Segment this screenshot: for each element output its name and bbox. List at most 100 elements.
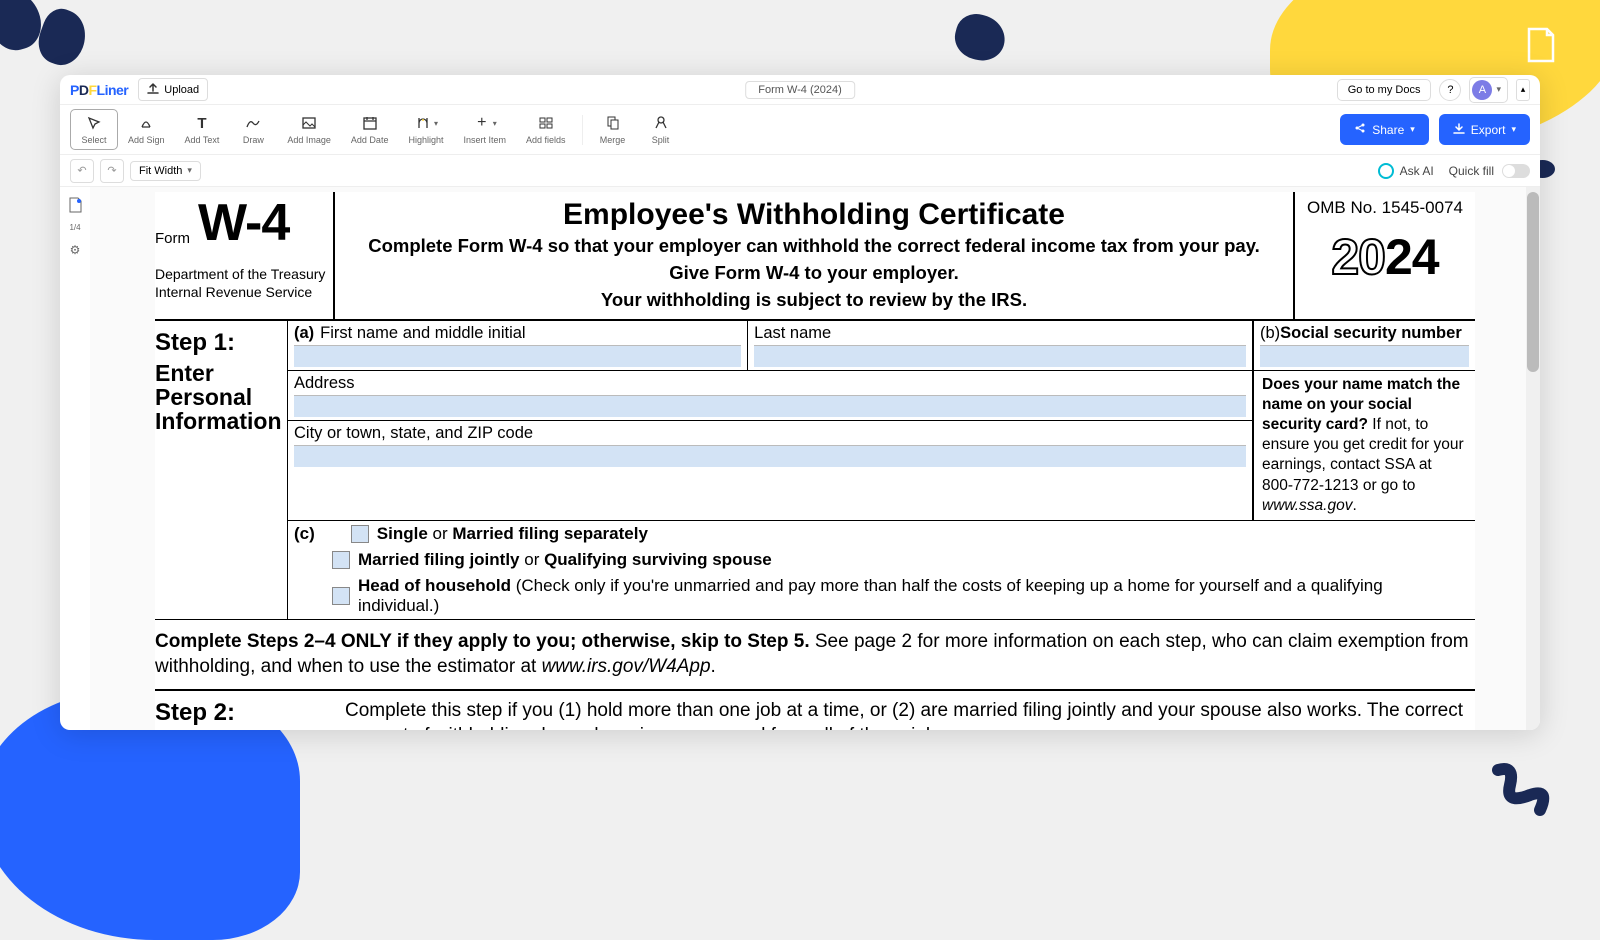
- help-button[interactable]: ?: [1439, 79, 1461, 101]
- merge-icon: [604, 114, 622, 132]
- step-2: Step 2: Multiple Jobs or Spouse Complete…: [155, 691, 1475, 730]
- document-title[interactable]: Form W-4 (2024): [745, 81, 855, 99]
- tool-add-image[interactable]: Add Image: [277, 110, 341, 149]
- page-icon[interactable]: [65, 195, 85, 215]
- top-bar: PDFLiner Upload Form W-4 (2024) Go to my…: [60, 75, 1540, 105]
- dept-line1: Department of the Treasury: [155, 265, 327, 283]
- decoration-blob: [950, 9, 1010, 65]
- select-icon: [85, 114, 103, 132]
- tool-insert-item[interactable]: +▾Insert Item: [453, 110, 516, 149]
- ai-icon: [1378, 163, 1394, 179]
- tool-add-date[interactable]: Add Date: [341, 110, 399, 149]
- side-tools: 1/4 ⚙: [60, 187, 90, 730]
- zoom-select[interactable]: Fit Width ▾: [130, 161, 201, 181]
- address-field[interactable]: [294, 395, 1246, 417]
- quick-fill-toggle: Quick fill: [1449, 164, 1530, 178]
- redo-button[interactable]: ↷: [100, 159, 124, 183]
- upload-button[interactable]: Upload: [138, 78, 208, 101]
- tool-label: Insert Item: [463, 135, 506, 145]
- decoration-squiggle: [1490, 760, 1560, 820]
- scrollbar-vertical[interactable]: [1526, 187, 1540, 730]
- step-title: Enter Personal Information: [155, 361, 281, 433]
- tool-add-fields[interactable]: Add fields: [516, 110, 576, 149]
- app-logo[interactable]: PDFLiner: [70, 82, 128, 98]
- chevron-down-icon: ▾: [1496, 84, 1501, 95]
- tool-highlight[interactable]: ▾Highlight: [398, 110, 453, 149]
- toolbar-separator: [582, 115, 583, 145]
- document-page: Form W-4 Department of the Treasury Inte…: [155, 192, 1475, 730]
- last-name-field[interactable]: [754, 345, 1246, 367]
- form-code: W-4: [198, 200, 289, 247]
- omb-number: OMB No. 1545-0074: [1301, 198, 1469, 218]
- step-1: Step 1: Enter Personal Information (a)Fi…: [155, 321, 1475, 620]
- tool-label: Add Image: [287, 135, 331, 145]
- first-name-field[interactable]: [294, 345, 741, 367]
- goto-docs-button[interactable]: Go to my Docs: [1337, 79, 1432, 101]
- tool-split[interactable]: Split: [637, 110, 685, 149]
- share-icon: [1354, 122, 1366, 137]
- tool-merge[interactable]: Merge: [589, 110, 637, 149]
- dept-line2: Internal Revenue Service: [155, 283, 327, 301]
- add-date-icon: [361, 114, 379, 132]
- tool-select[interactable]: Select: [70, 109, 118, 150]
- chevron-down-icon: ▾: [1511, 124, 1516, 135]
- tool-label: Add Sign: [128, 135, 165, 145]
- tool-label: Highlight: [408, 135, 443, 145]
- insert-item-icon: +: [473, 114, 491, 132]
- upload-label: Upload: [164, 84, 199, 96]
- hoh-checkbox[interactable]: [332, 587, 350, 605]
- married-checkbox[interactable]: [332, 551, 350, 569]
- scrollbar-thumb[interactable]: [1527, 192, 1539, 372]
- tool-label: Add Text: [185, 135, 220, 145]
- filing-single-row: (c) Single or Married filing separately: [288, 521, 1475, 547]
- split-icon: [652, 114, 670, 132]
- account-menu[interactable]: A ▾: [1469, 77, 1508, 103]
- tool-label: Merge: [600, 135, 626, 145]
- add-fields-icon: [537, 114, 555, 132]
- step2-number: Step 2:: [155, 699, 345, 727]
- share-button[interactable]: Share ▾: [1340, 114, 1429, 145]
- ssn-question: Does your name match the name on your so…: [1254, 371, 1475, 520]
- more-button[interactable]: ▴: [1516, 79, 1530, 101]
- city-field[interactable]: [294, 445, 1246, 467]
- tool-label: Select: [81, 135, 106, 145]
- tool-label: Add fields: [526, 135, 566, 145]
- form-sub1: Complete Form W-4 so that your employer …: [345, 234, 1283, 259]
- tool-add-sign[interactable]: Add Sign: [118, 110, 175, 149]
- instructions-block: Complete Steps 2–4 ONLY if they apply to…: [155, 620, 1475, 691]
- share-label: Share: [1372, 123, 1404, 137]
- download-icon: [1453, 122, 1465, 137]
- form-title: Employee's Withholding Certificate: [345, 198, 1283, 232]
- step-number: Step 1:: [155, 329, 281, 357]
- tool-label: Split: [652, 135, 670, 145]
- document-viewport[interactable]: Form W-4 Department of the Treasury Inte…: [90, 187, 1540, 730]
- add-text-icon: T: [193, 114, 211, 132]
- filing-hoh-row: Head of household (Check only if you're …: [288, 573, 1475, 619]
- upload-icon: [147, 82, 159, 97]
- chevron-down-icon: ▾: [187, 165, 192, 176]
- form-word: Form: [155, 230, 190, 247]
- tool-label: Draw: [243, 135, 264, 145]
- tool-add-text[interactable]: T Add Text: [175, 110, 230, 149]
- tool-draw[interactable]: Draw: [229, 110, 277, 149]
- filing-married-row: Married filing jointly or Qualifying sur…: [288, 547, 1475, 573]
- form-sub2: Give Form W-4 to your employer.: [345, 261, 1283, 286]
- single-checkbox[interactable]: [351, 525, 369, 543]
- step2-p1: Complete this step if you (1) hold more …: [345, 699, 1475, 730]
- secondary-bar: ↶ ↷ Fit Width ▾ Ask AI Quick fill: [60, 155, 1540, 187]
- quick-fill-switch[interactable]: [1502, 164, 1530, 178]
- undo-button[interactable]: ↶: [70, 159, 94, 183]
- export-button[interactable]: Export ▾: [1439, 114, 1530, 145]
- settings-icon[interactable]: ⚙: [65, 240, 85, 260]
- chevron-down-icon: ▾: [1410, 124, 1415, 135]
- draw-icon: [244, 114, 262, 132]
- add-image-icon: [300, 114, 318, 132]
- export-label: Export: [1471, 123, 1506, 137]
- step2-title: Multiple Jobs or Spouse: [155, 729, 345, 730]
- app-window: PDFLiner Upload Form W-4 (2024) Go to my…: [60, 75, 1540, 730]
- ask-ai-button[interactable]: Ask AI: [1378, 163, 1434, 179]
- tool-label: Add Date: [351, 135, 389, 145]
- highlight-icon: [414, 114, 432, 132]
- form-header: Form W-4 Department of the Treasury Inte…: [155, 192, 1475, 321]
- ssn-field[interactable]: [1260, 345, 1469, 367]
